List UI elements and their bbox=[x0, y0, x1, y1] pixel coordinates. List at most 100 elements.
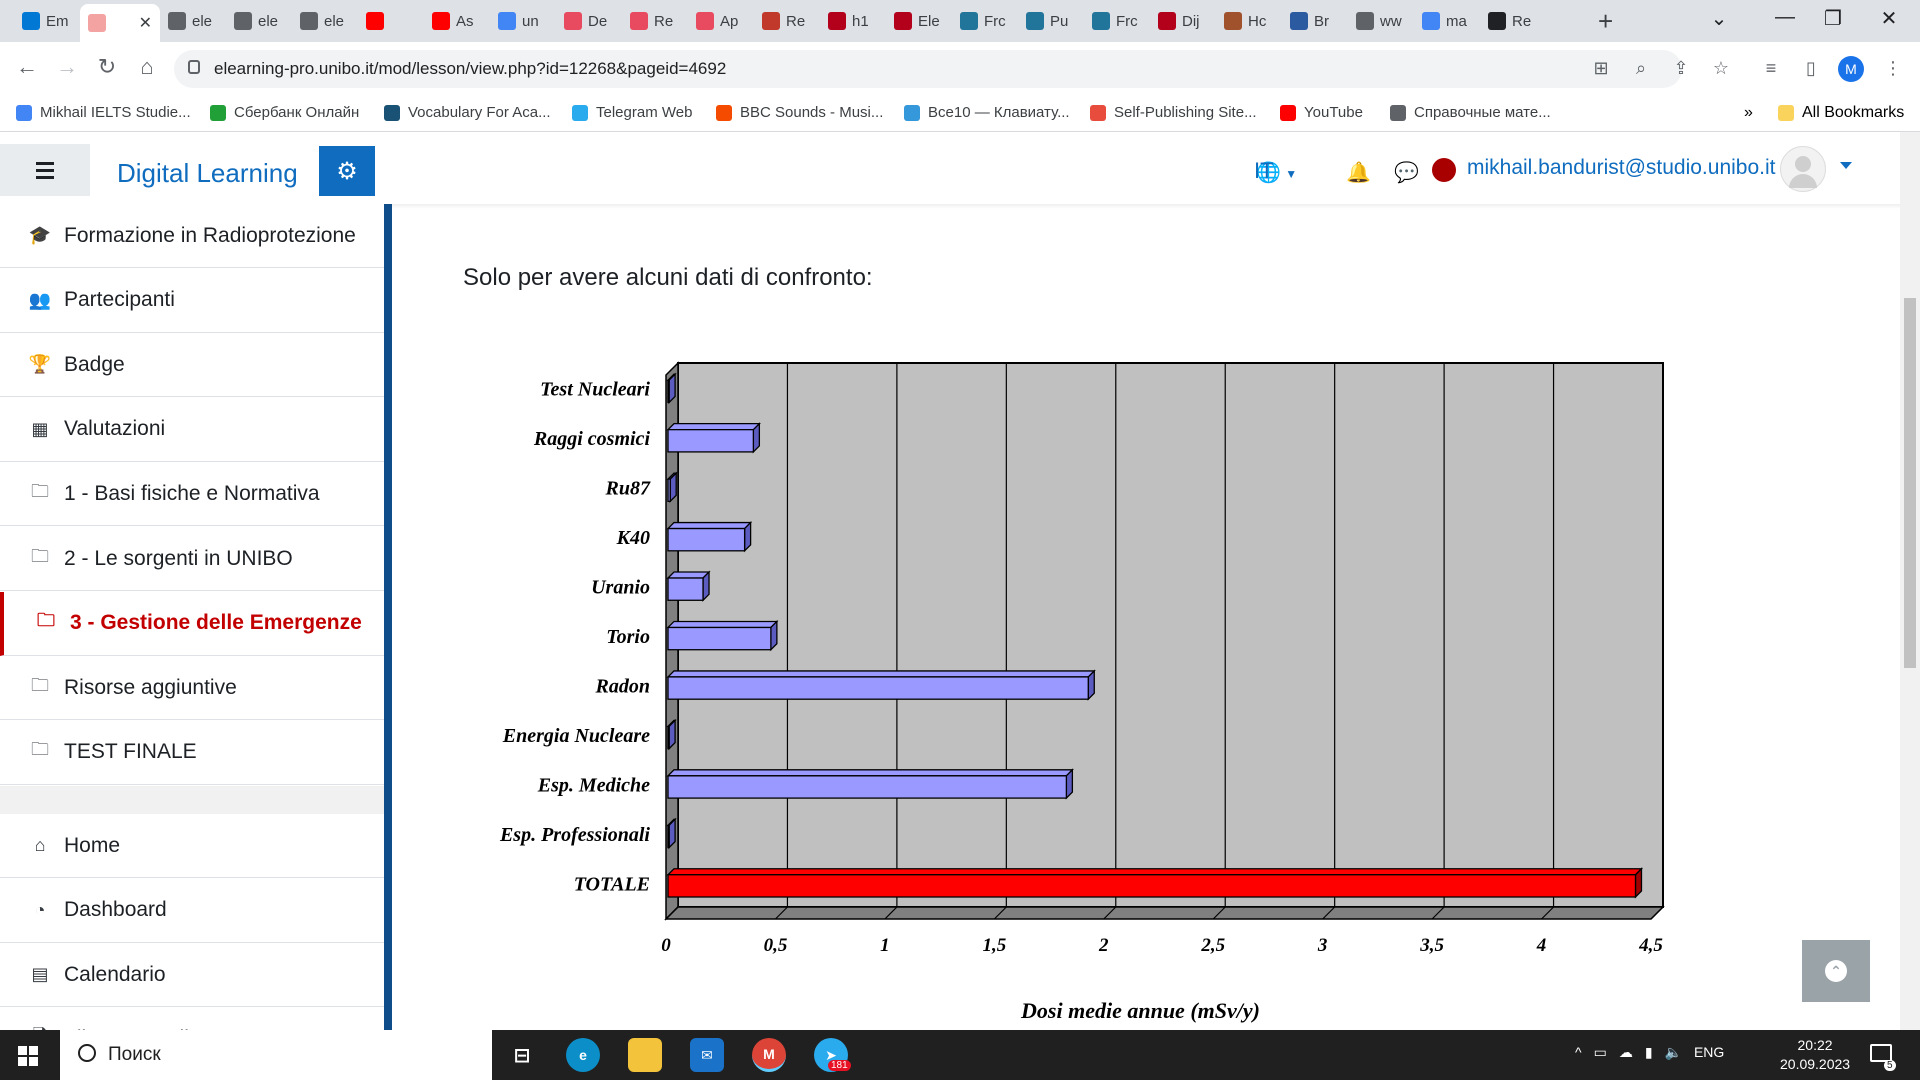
browser-tab[interactable]: un bbox=[490, 4, 556, 38]
minimize-button[interactable]: — bbox=[1760, 6, 1810, 29]
input-language[interactable]: ENG bbox=[1694, 1044, 1724, 1061]
side-panel-icon[interactable]: ▯ bbox=[1798, 58, 1824, 79]
app-icon bbox=[1224, 12, 1242, 30]
bookmark-item[interactable]: Vocabulary For Aca... bbox=[384, 104, 551, 121]
user-menu-chevron-icon[interactable] bbox=[1840, 162, 1852, 169]
reload-button[interactable]: ↻ bbox=[92, 54, 122, 80]
close-window-button[interactable]: ✕ bbox=[1864, 6, 1914, 31]
file-explorer-icon[interactable] bbox=[628, 1038, 662, 1072]
maximize-button[interactable]: ❐ bbox=[1808, 6, 1858, 31]
sidebar-scrollbar[interactable] bbox=[384, 204, 392, 1030]
share-icon[interactable]: ⇪ bbox=[1668, 58, 1694, 79]
network-icon[interactable]: ▭ bbox=[1594, 1044, 1607, 1061]
chart-x-tick-label: 3 bbox=[1317, 935, 1328, 956]
bookmarks-overflow-button[interactable]: » bbox=[1744, 104, 1753, 122]
browser-tab[interactable]: ele bbox=[292, 4, 358, 38]
sidebar-item[interactable]: ▦ Valutazioni bbox=[0, 398, 384, 462]
tab-search-icon[interactable]: ⌄ bbox=[1694, 6, 1744, 31]
sidebar-item[interactable]: 🗀 3 - Gestione delle Emergenze bbox=[0, 591, 384, 656]
battery-icon[interactable]: ▮ bbox=[1645, 1044, 1653, 1061]
sidebar-item[interactable]: 👥 Partecipanti bbox=[0, 269, 384, 333]
windows-start-button[interactable] bbox=[18, 1046, 38, 1066]
reading-list-icon[interactable]: ≡ bbox=[1758, 58, 1784, 79]
edge-icon[interactable]: e bbox=[566, 1038, 600, 1072]
bookmark-item[interactable]: YouTube bbox=[1280, 104, 1363, 121]
zoom-icon[interactable]: ⌕ bbox=[1628, 58, 1654, 79]
sidebar-item[interactable]: 🗀 1 - Basi fisiche e Normativa bbox=[0, 462, 384, 527]
new-tab-button[interactable]: + bbox=[1598, 8, 1613, 34]
back-button[interactable]: ← bbox=[12, 54, 42, 80]
chrome-icon[interactable]: M bbox=[752, 1038, 786, 1072]
bookmark-item[interactable]: Telegram Web bbox=[572, 104, 692, 121]
browser-menu-icon[interactable]: ⋮ bbox=[1880, 58, 1906, 79]
chart-category-label: K40 bbox=[616, 527, 650, 549]
chart-bar bbox=[667, 626, 772, 651]
language-menu[interactable]: IT ▼ bbox=[1254, 158, 1297, 184]
page-scrollbar-thumb[interactable] bbox=[1904, 298, 1916, 668]
browser-tab[interactable] bbox=[358, 4, 424, 38]
browser-tab[interactable]: Frc bbox=[952, 4, 1018, 38]
browser-tab[interactable]: ele bbox=[226, 4, 292, 38]
sidebar-item[interactable]: 🗀 TEST FINALE bbox=[0, 721, 384, 785]
unibo-icon bbox=[828, 12, 846, 30]
browser-tab[interactable]: ✕ bbox=[80, 4, 160, 42]
all-bookmarks-button[interactable]: All Bookmarks bbox=[1778, 104, 1904, 122]
browser-tab[interactable]: Re bbox=[754, 4, 820, 38]
sidebar-item[interactable]: ◔ Dashboard bbox=[0, 879, 384, 943]
address-bar[interactable]: elearning-pro.unibo.it/mod/lesson/view.p… bbox=[174, 50, 1682, 88]
bell-icon[interactable]: 🔔 bbox=[1346, 160, 1371, 185]
browser-tab[interactable]: Re bbox=[622, 4, 688, 38]
site-name-link[interactable]: Digital Learning bbox=[117, 158, 298, 189]
browser-tab[interactable]: Br bbox=[1282, 4, 1348, 38]
browser-tab[interactable]: Em bbox=[14, 4, 80, 38]
browser-tab[interactable]: Re bbox=[1480, 4, 1546, 38]
browser-tab[interactable]: ma bbox=[1414, 4, 1480, 38]
site-info-icon[interactable] bbox=[188, 60, 200, 74]
browser-tab[interactable]: De bbox=[556, 4, 622, 38]
profile-avatar[interactable]: M bbox=[1838, 56, 1864, 82]
sidebar-item[interactable]: 🗋File personali bbox=[0, 1008, 384, 1030]
browser-tab[interactable]: Frc bbox=[1084, 4, 1150, 38]
browser-tab[interactable]: h1 bbox=[820, 4, 886, 38]
gear-icon[interactable]: ⚙ bbox=[319, 146, 375, 196]
browser-tab[interactable]: As bbox=[424, 4, 490, 38]
volume-icon[interactable]: 🔈 bbox=[1665, 1044, 1682, 1061]
browser-tab[interactable]: ele bbox=[160, 4, 226, 38]
browser-tab[interactable]: Hc bbox=[1216, 4, 1282, 38]
sidebar-item-label: Calendario bbox=[64, 962, 166, 986]
back-to-top-button[interactable]: ⌃ bbox=[1802, 940, 1870, 1002]
home-button[interactable]: ⌂ bbox=[132, 54, 162, 80]
chevron-up-icon[interactable]: ^ bbox=[1575, 1044, 1582, 1061]
bookmark-item[interactable]: Mikhail IELTS Studie... bbox=[16, 104, 191, 121]
browser-tab[interactable]: ww bbox=[1348, 4, 1414, 38]
taskbar-clock[interactable]: 20:22 20.09.2023 bbox=[1780, 1036, 1850, 1074]
sidebar-item[interactable]: ▤ Calendario bbox=[0, 943, 384, 1008]
sidebar-item[interactable]: ⌂ Home bbox=[0, 814, 384, 878]
sidebar-item[interactable]: 🎓 Formazione in Radioprotezione bbox=[0, 204, 384, 268]
onedrive-icon[interactable]: ☁ bbox=[1619, 1044, 1633, 1061]
translate-icon[interactable]: ⊞ bbox=[1588, 58, 1614, 79]
messages-icon[interactable]: 💬 bbox=[1394, 160, 1419, 185]
task-view-icon[interactable]: ⊟ bbox=[505, 1038, 539, 1072]
browser-tab[interactable]: Ele bbox=[886, 4, 952, 38]
browser-tab[interactable]: Dij bbox=[1150, 4, 1216, 38]
bookmark-item[interactable]: Self-Publishing Site... bbox=[1090, 104, 1257, 121]
bookmark-item[interactable]: Справочные мате... bbox=[1390, 104, 1551, 121]
tab-title: Frc bbox=[984, 12, 1006, 30]
drawer-toggle-button[interactable] bbox=[0, 144, 90, 196]
forward-button[interactable]: → bbox=[52, 54, 82, 80]
avatar[interactable] bbox=[1780, 146, 1826, 192]
browser-tab[interactable]: Ap bbox=[688, 4, 754, 38]
bookmark-item[interactable]: BBC Sounds - Musi... bbox=[716, 104, 883, 121]
sidebar-item[interactable]: 🗀 2 - Le sorgenti in UNIBO bbox=[0, 527, 384, 591]
bookmark-item[interactable]: Все10 — Клавиату... bbox=[904, 104, 1070, 121]
bookmark-star-icon[interactable]: ☆ bbox=[1708, 58, 1734, 79]
close-icon[interactable]: ✕ bbox=[139, 13, 152, 33]
browser-tab[interactable]: Pu bbox=[1018, 4, 1084, 38]
user-email-link[interactable]: mikhail.bandurist@studio.unibo.it bbox=[1467, 156, 1775, 180]
sidebar-item[interactable]: 🗀 Risorse aggiuntive bbox=[0, 656, 384, 721]
sidebar-item[interactable]: 🏆 Badge bbox=[0, 333, 384, 398]
taskbar-search-box[interactable]: Поиск bbox=[60, 1030, 492, 1080]
bookmark-item[interactable]: Сбербанк Онлайн bbox=[210, 104, 359, 121]
mail-icon[interactable]: ✉ bbox=[690, 1038, 724, 1072]
